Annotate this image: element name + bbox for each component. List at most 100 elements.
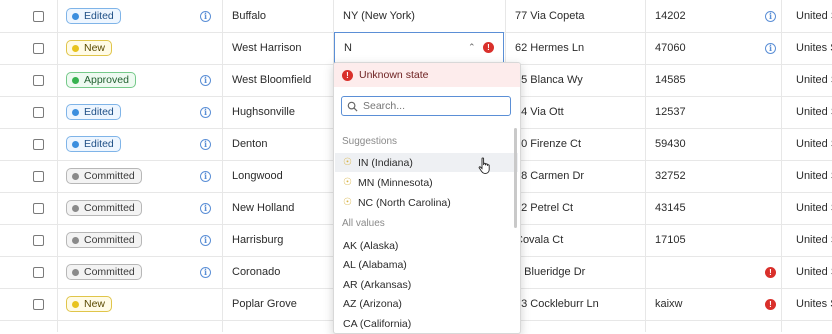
option-label: IN (Indiana) — [357, 156, 413, 169]
address-cell[interactable]: Covala Ct — [515, 234, 563, 246]
star-icon: ☉ — [343, 157, 352, 168]
chevron-up-icon[interactable]: ⌃ — [468, 42, 476, 53]
info-icon[interactable]: i — [200, 74, 211, 86]
status-label: Edited — [84, 10, 114, 22]
row-checkbox[interactable] — [33, 74, 44, 86]
banner-text: Unknown state — [359, 69, 429, 81]
state-cell[interactable]: NY (New York) — [343, 10, 415, 22]
state-option[interactable]: AR (Arkansas) — [335, 275, 518, 294]
city-cell[interactable]: West Bloomfield — [232, 74, 311, 86]
address-cell[interactable]: 34 Via Ott — [515, 106, 564, 118]
status-dot — [72, 108, 79, 116]
country-cell[interactable]: United S — [796, 234, 832, 246]
zip-cell[interactable]: kaixw — [655, 298, 683, 310]
status-dot — [72, 44, 79, 52]
state-input[interactable]: N — [344, 42, 352, 54]
zip-cell[interactable]: 32752 — [655, 170, 686, 182]
status-label: Edited — [84, 138, 114, 150]
country-cell[interactable]: Unites S — [796, 42, 832, 54]
city-cell[interactable]: Coronado — [232, 266, 280, 278]
suggestion-option[interactable]: ☉ NC (North Carolina) — [335, 193, 518, 212]
row-checkbox[interactable] — [33, 138, 44, 150]
status-badge: New — [66, 40, 113, 56]
status-dot — [72, 172, 79, 180]
status-badge: Committed — [66, 264, 142, 280]
dropdown-scrollbar[interactable] — [514, 128, 517, 228]
city-cell[interactable]: Longwood — [232, 170, 283, 182]
country-cell[interactable]: United S — [796, 138, 832, 150]
country-cell[interactable]: United S — [796, 106, 832, 118]
suggestion-option[interactable]: ☉ MN (Minnesota) — [335, 173, 518, 192]
suggestions-heading: Suggestions — [342, 136, 398, 147]
status-dot — [72, 76, 79, 84]
row-checkbox[interactable] — [33, 170, 44, 182]
country-cell[interactable]: United S — [796, 202, 832, 214]
search-field[interactable] — [341, 96, 511, 116]
row-checkbox[interactable] — [33, 106, 44, 118]
state-dropdown: ! Unknown state Suggestions ☉ IN (Indiana… — [333, 62, 521, 334]
state-option[interactable]: AZ (Arizona) — [335, 295, 518, 314]
error-icon[interactable]: ! — [765, 266, 776, 278]
state-option[interactable]: CA (California) — [335, 314, 518, 333]
country-cell[interactable]: Unites S — [796, 298, 832, 310]
status-badge: Edited — [66, 8, 121, 24]
city-cell[interactable]: Hughsonville — [232, 106, 295, 118]
address-cell[interactable]: 73 Cockleburr Ln — [515, 298, 599, 310]
row-checkbox[interactable] — [33, 266, 44, 278]
address-cell[interactable]: 9 Blueridge Dr — [515, 266, 585, 278]
row-checkbox[interactable] — [33, 298, 44, 310]
zip-cell[interactable]: 43145 — [655, 202, 686, 214]
error-icon[interactable]: ! — [765, 298, 776, 310]
info-icon[interactable]: i — [200, 106, 211, 118]
zip-cell[interactable]: 47060 — [655, 42, 686, 54]
state-option[interactable]: AL (Alabama) — [335, 256, 518, 275]
address-cell[interactable]: 60 Firenze Ct — [515, 138, 581, 150]
country-cell[interactable]: United S — [796, 266, 832, 278]
city-cell[interactable]: Poplar Grove — [232, 298, 297, 310]
address-cell[interactable]: 77 Via Copeta — [515, 10, 585, 22]
city-cell[interactable]: New Holland — [232, 202, 294, 214]
city-cell[interactable]: Buffalo — [232, 10, 266, 22]
status-badge: Edited — [66, 104, 121, 120]
status-label: Approved — [84, 74, 129, 86]
info-icon[interactable]: i — [200, 138, 211, 150]
info-icon[interactable]: i — [200, 170, 211, 182]
table-row[interactable]: Edited i Buffalo NY (New York) 77 Via Copeta… — [0, 0, 832, 33]
state-option[interactable]: AK (Alaska) — [335, 236, 518, 255]
option-label: AL (Alabama) — [343, 259, 407, 271]
search-input[interactable] — [363, 100, 503, 112]
info-icon[interactable]: i — [765, 42, 776, 54]
zip-cell[interactable]: 59430 — [655, 138, 686, 150]
address-cell[interactable]: 38 Carmen Dr — [515, 170, 584, 182]
address-cell[interactable]: 32 Petrel Ct — [515, 202, 573, 214]
error-icon: ! — [483, 42, 494, 53]
address-cell[interactable]: 55 Blanca Wy — [515, 74, 583, 86]
country-cell[interactable]: United S — [796, 10, 832, 22]
info-icon[interactable]: i — [200, 10, 211, 22]
city-cell[interactable]: Denton — [232, 138, 267, 150]
zip-cell[interactable]: 14202 — [655, 10, 686, 22]
info-icon[interactable]: i — [200, 266, 211, 278]
star-icon: ☉ — [343, 177, 352, 188]
info-icon[interactable]: i — [765, 10, 776, 22]
status-badge: Approved — [66, 72, 136, 88]
row-checkbox[interactable] — [33, 202, 44, 214]
row-checkbox[interactable] — [33, 10, 44, 22]
city-cell[interactable]: West Harrison — [232, 42, 301, 54]
row-checkbox[interactable] — [33, 42, 44, 54]
address-cell[interactable]: 62 Hermes Ln — [515, 42, 584, 54]
error-icon: ! — [342, 69, 353, 81]
hand-pointer-icon — [478, 157, 490, 174]
zip-cell[interactable]: 12537 — [655, 106, 686, 118]
row-checkbox[interactable] — [33, 234, 44, 246]
info-icon[interactable]: i — [200, 202, 211, 214]
table-row[interactable]: New West Harrison N ⌃! 62 Hermes Ln 47060 i Uni… — [0, 32, 832, 65]
zip-cell[interactable]: 14585 — [655, 74, 686, 86]
country-cell[interactable]: United S — [796, 74, 832, 86]
zip-cell[interactable]: 17105 — [655, 234, 686, 246]
country-cell[interactable]: United S — [796, 170, 832, 182]
option-label: AK (Alaska) — [343, 239, 399, 252]
info-icon[interactable]: i — [200, 234, 211, 246]
status-dot — [72, 236, 79, 244]
city-cell[interactable]: Harrisburg — [232, 234, 283, 246]
